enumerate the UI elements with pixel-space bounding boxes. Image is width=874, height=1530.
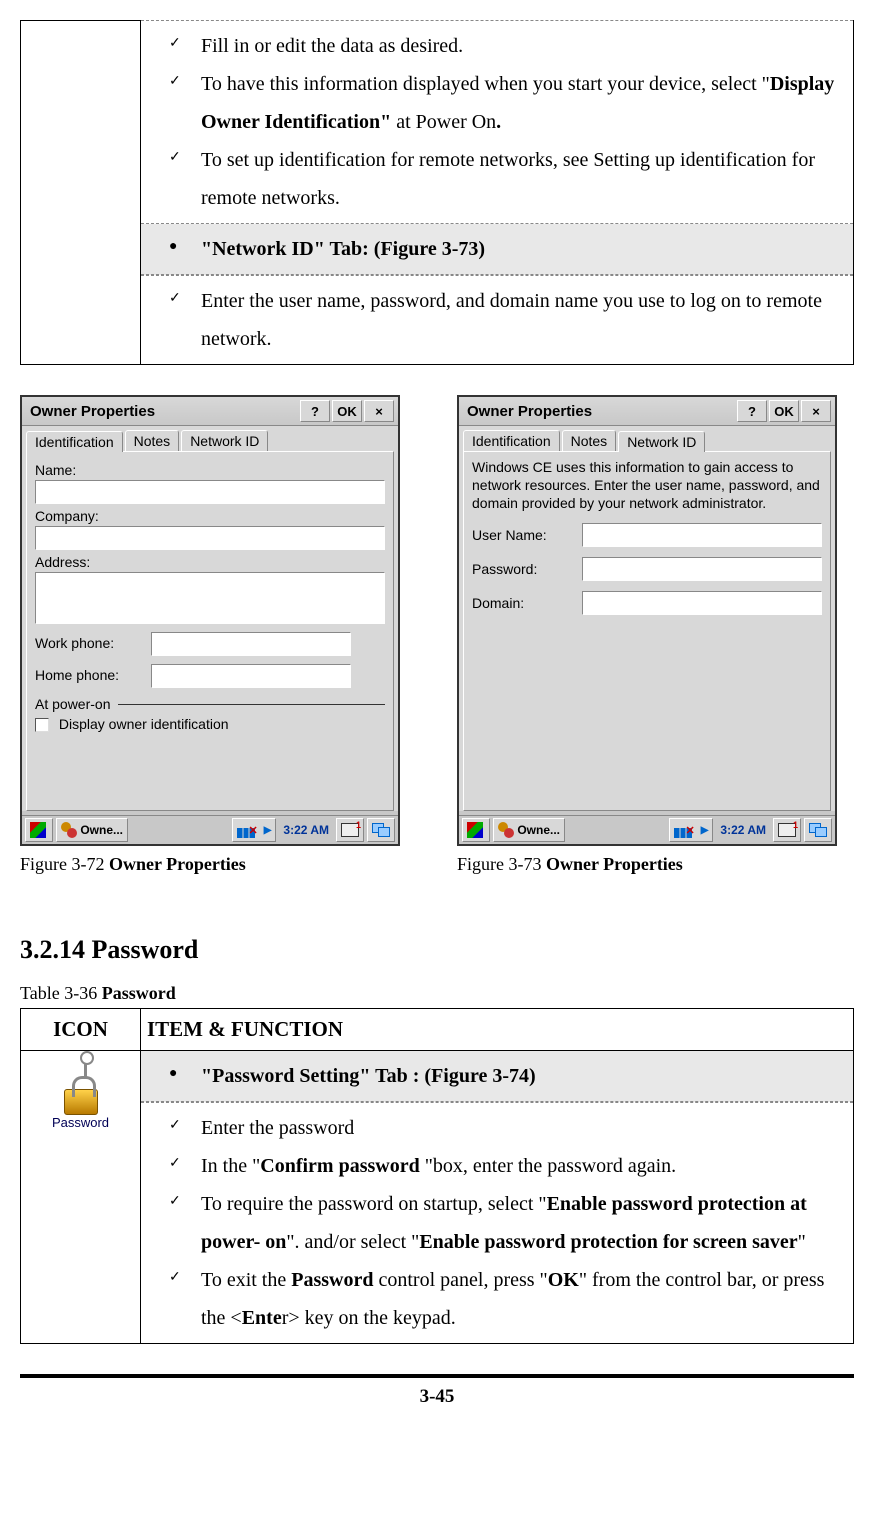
- owner-checks-cell-1: Fill in or edit the data as desired.To h…: [141, 21, 854, 224]
- password-checks-cell: Enter the passwordIn the "Confirm passwo…: [141, 1103, 854, 1344]
- networkid-tab-label: "Network ID" Tab: (Figure 3-73): [201, 238, 485, 260]
- password-input[interactable]: [582, 557, 822, 581]
- screens-tray-icon[interactable]: [804, 818, 832, 842]
- tab-network-id[interactable]: Network ID: [618, 431, 705, 452]
- domain-input[interactable]: [582, 591, 822, 615]
- screens-tray-icon[interactable]: [367, 818, 395, 842]
- keyboard-icon: [778, 823, 796, 837]
- section-heading-password: 3.2.14 Password: [20, 935, 854, 965]
- domain-label: Domain:: [472, 595, 582, 611]
- lock-icon: [64, 1089, 98, 1115]
- address-label: Address:: [35, 554, 385, 570]
- password-label: Password:: [472, 561, 582, 577]
- figure-3-72: Owner Properties ? OK × IdentificationNo…: [20, 395, 417, 875]
- username-label: User Name:: [472, 527, 582, 543]
- owner-properties-dialog-networkid: Owner Properties ? OK × IdentificationNo…: [457, 395, 837, 846]
- taskbar-app-button[interactable]: Owne...: [493, 818, 565, 842]
- start-flag-icon: [30, 822, 46, 838]
- list-item: To exit the Password control panel, pres…: [201, 1261, 845, 1337]
- homephone-input[interactable]: [151, 664, 351, 688]
- tab-network-id[interactable]: Network ID: [181, 430, 268, 451]
- figures-row: Owner Properties ? OK × IdentificationNo…: [20, 395, 854, 875]
- poweron-label: At power-on: [35, 696, 110, 712]
- taskbar-clock: 3:22 AM: [279, 823, 333, 837]
- list-item: Enter the user name, password, and domai…: [201, 282, 845, 358]
- dialog1-title: Owner Properties: [26, 403, 298, 420]
- start-flag-icon: [467, 822, 483, 838]
- page-number: 3-45: [20, 1386, 854, 1408]
- taskbar-app-label: Owne...: [517, 823, 560, 837]
- password-setting-tab-label: "Password Setting" Tab : (Figure 3-74): [201, 1057, 845, 1095]
- screens-icon: [372, 823, 390, 837]
- page-footer-rule: [20, 1374, 854, 1378]
- name-label: Name:: [35, 462, 385, 478]
- dialog2-title: Owner Properties: [463, 403, 735, 420]
- owner-table-continued: Fill in or edit the data as desired.To h…: [20, 20, 854, 365]
- keyboard-tray-icon[interactable]: [336, 818, 364, 842]
- header-icon: ICON: [21, 1009, 141, 1051]
- table-3-36-caption: Table 3-36 Password: [20, 983, 854, 1004]
- ok-button[interactable]: OK: [769, 400, 799, 422]
- taskbar-clock: 3:22 AM: [716, 823, 770, 837]
- tab-identification[interactable]: Identification: [463, 430, 560, 451]
- list-item: In the "Confirm password "box, enter the…: [201, 1147, 845, 1185]
- start-button[interactable]: [462, 818, 490, 842]
- list-item: Fill in or edit the data as desired.: [201, 27, 845, 65]
- list-item: To require the password on startup, sele…: [201, 1185, 845, 1261]
- tab-notes[interactable]: Notes: [562, 430, 617, 451]
- tab-notes[interactable]: Notes: [125, 430, 180, 451]
- tab-identification[interactable]: Identification: [26, 431, 123, 452]
- workphone-input[interactable]: [151, 632, 351, 656]
- display-owner-checkbox[interactable]: [35, 718, 49, 732]
- display-owner-label: Display owner identification: [59, 716, 229, 732]
- company-input[interactable]: [35, 526, 385, 550]
- keyboard-icon: [341, 823, 359, 837]
- people-icon: [61, 822, 77, 838]
- owner-bullet-networkid: "Network ID" Tab: (Figure 3-73): [141, 224, 854, 276]
- name-input[interactable]: [35, 480, 385, 504]
- address-input[interactable]: [35, 572, 385, 624]
- figure-3-72-caption: Figure 3-72 Owner Properties: [20, 854, 417, 875]
- people-icon: [498, 822, 514, 838]
- close-button[interactable]: ×: [364, 400, 394, 422]
- taskbar-app-button[interactable]: Owne...: [56, 818, 128, 842]
- keyboard-tray-icon[interactable]: [773, 818, 801, 842]
- figure-3-73: Owner Properties ? OK × IdentificationNo…: [457, 395, 854, 875]
- help-button[interactable]: ?: [300, 400, 330, 422]
- list-item: To set up identification for remote netw…: [201, 141, 845, 217]
- signal-tray-icon[interactable]: ✕▶: [669, 818, 714, 842]
- list-item: Enter the password: [201, 1109, 845, 1147]
- list-item: To have this information displayed when …: [201, 65, 845, 141]
- help-button[interactable]: ?: [737, 400, 767, 422]
- password-bullet-cell: "Password Setting" Tab : (Figure 3-74): [141, 1051, 854, 1103]
- networkid-info-text: Windows CE uses this information to gain…: [472, 458, 822, 513]
- password-table: ICON ITEM & FUNCTION Password "Password …: [20, 1008, 854, 1344]
- username-input[interactable]: [582, 523, 822, 547]
- taskbar-app-label: Owne...: [80, 823, 123, 837]
- close-button[interactable]: ×: [801, 400, 831, 422]
- homephone-label: Home phone:: [35, 667, 145, 683]
- figure-3-73-caption: Figure 3-73 Owner Properties: [457, 854, 854, 875]
- owner-checks-cell-2: Enter the user name, password, and domai…: [141, 276, 854, 365]
- company-label: Company:: [35, 508, 385, 524]
- password-icon-cell: Password: [21, 1051, 141, 1344]
- header-item-function: ITEM & FUNCTION: [141, 1009, 854, 1051]
- signal-tray-icon[interactable]: ✕▶: [232, 818, 277, 842]
- workphone-label: Work phone:: [35, 635, 145, 651]
- owner-icon-cell-empty: [21, 21, 141, 365]
- ok-button[interactable]: OK: [332, 400, 362, 422]
- screens-icon: [809, 823, 827, 837]
- start-button[interactable]: [25, 818, 53, 842]
- owner-properties-dialog-identification: Owner Properties ? OK × IdentificationNo…: [20, 395, 400, 846]
- password-icon-label: Password: [21, 1115, 140, 1130]
